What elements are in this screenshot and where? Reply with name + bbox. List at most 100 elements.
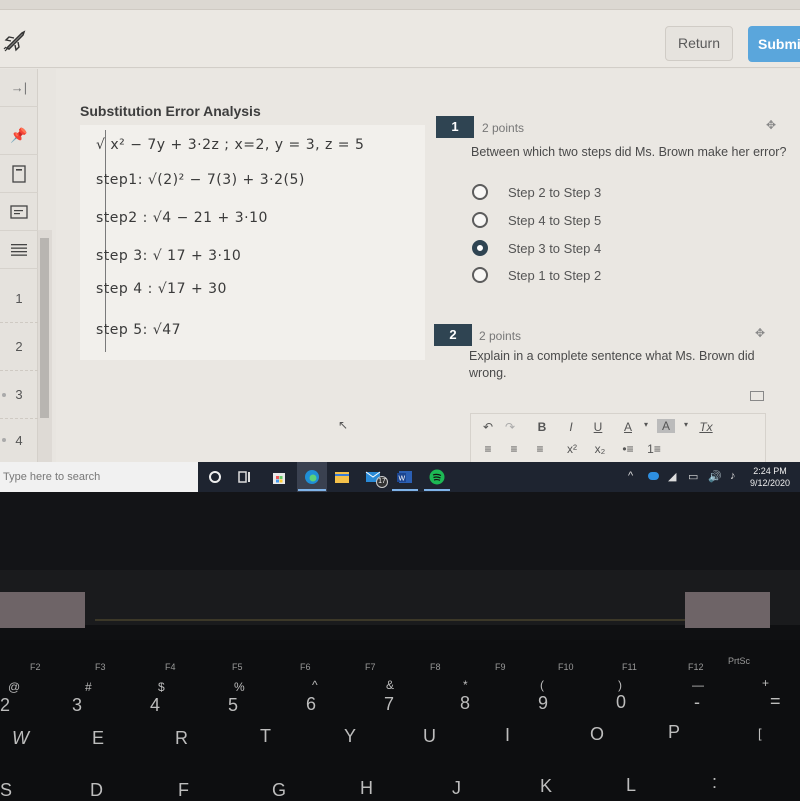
question-number-badge: 2 <box>434 324 472 346</box>
laptop-hinge <box>0 570 800 625</box>
pen-icon[interactable]: ♪ <box>730 470 736 482</box>
browser-window: Return Submit →| 📌 1 2 3 4 <box>0 0 800 462</box>
key-minus: - <box>694 692 700 712</box>
rich-text-editor[interactable]: ↶ ↷ B I U A ▾ A ▾ Tx ≡ ≡ ≡ x² x₂ •≡ 1≡ <box>470 413 766 462</box>
key-shift-0: ) <box>618 678 622 692</box>
pin-icon[interactable]: ✥ <box>755 326 769 340</box>
page-icon <box>12 164 26 183</box>
return-button[interactable]: Return <box>665 26 733 61</box>
handwriting-line: step1: √(2)² − 7(3) + 3·2(5) <box>96 172 305 188</box>
store-icon[interactable] <box>270 468 288 486</box>
taskbar-search-box[interactable]: Type here to search <box>0 462 198 492</box>
key-r: R <box>175 728 188 748</box>
sidebar: →| 📌 1 2 3 4 <box>0 69 38 462</box>
align-right-button[interactable]: ≡ <box>531 442 549 456</box>
redo-icon[interactable]: ↷ <box>501 420 519 434</box>
taskbar: Type here to search 17 W ^ ◢ ▭ 🔊 ♪ 2:24 … <box>0 462 800 492</box>
key-d: D <box>90 780 103 800</box>
radio-button[interactable] <box>472 184 488 200</box>
rocket-logo-icon[interactable] <box>2 28 28 54</box>
bullet-list-button[interactable]: •≡ <box>619 442 637 456</box>
key-2: 2 <box>0 695 11 715</box>
cortana-icon[interactable] <box>206 468 224 486</box>
task-view-icon[interactable] <box>236 468 254 486</box>
mail-unread-badge: 17 <box>376 476 388 488</box>
answer-choice[interactable]: Step 2 to Step 3 <box>472 182 601 202</box>
wifi-icon[interactable]: ◢ <box>668 470 676 483</box>
undo-icon[interactable]: ↶ <box>479 420 497 434</box>
key-3: 3 <box>72 695 83 715</box>
subscript-button[interactable]: x₂ <box>591 442 609 456</box>
italic-button[interactable]: I <box>562 420 580 434</box>
key-e: E <box>92 728 105 748</box>
clear-formatting-button[interactable]: Tx <box>697 420 715 434</box>
text-color-button[interactable]: A <box>619 420 637 434</box>
question-text: Explain in a complete sentence what Ms. … <box>469 349 755 380</box>
answer-choice[interactable]: Step 4 to Step 5 <box>472 210 601 230</box>
collapse-arrow-icon: →| <box>10 80 28 95</box>
question-number: 2 <box>15 339 23 354</box>
sidebar-card-button[interactable] <box>0 193 38 231</box>
sidebar-scrollbar[interactable] <box>38 230 52 462</box>
sidebar-question-1[interactable]: 1 <box>0 275 38 323</box>
running-indicator <box>298 489 326 491</box>
underline-button[interactable]: U <box>589 420 607 434</box>
sidebar-question-3[interactable]: 3 <box>0 371 38 419</box>
pin-icon: 📌 <box>10 127 28 143</box>
key-9: 9 <box>538 693 549 713</box>
sidebar-page-button[interactable] <box>0 155 38 193</box>
key-f4: F4 <box>165 662 176 672</box>
system-clock[interactable]: 2:24 PM 9/12/2020 <box>750 465 790 489</box>
key-k: K <box>540 776 553 796</box>
volume-icon[interactable]: 🔊 <box>708 470 722 483</box>
keyboard-icon[interactable] <box>750 391 764 401</box>
status-dot <box>2 438 6 442</box>
numbered-list-button[interactable]: 1≡ <box>645 442 663 456</box>
answer-choice[interactable]: Step 1 to Step 2 <box>472 265 601 285</box>
top-bar: Return Submit <box>0 10 800 68</box>
card-icon <box>10 204 28 219</box>
margin-line <box>105 130 106 352</box>
bold-button[interactable]: B <box>533 420 551 434</box>
key-f7: F7 <box>365 662 376 672</box>
key-shift-3: # <box>85 680 92 694</box>
clock-time: 2:24 PM <box>753 466 787 476</box>
submit-button[interactable]: Submit <box>748 26 800 62</box>
radio-button-selected[interactable] <box>472 240 488 256</box>
key-f12: F12 <box>688 662 704 672</box>
key-shift-7: & <box>386 678 395 692</box>
text-color-dropdown[interactable]: ▾ <box>637 420 655 429</box>
choice-label: Step 1 to Step 2 <box>508 267 602 283</box>
spotify-icon[interactable] <box>428 468 446 486</box>
hinge-strip <box>95 619 685 621</box>
question-number: 1 <box>15 291 23 306</box>
align-left-button[interactable]: ≡ <box>479 442 497 456</box>
show-hidden-icons-button[interactable]: ^ <box>628 470 633 482</box>
highlight-color-dropdown[interactable]: ▾ <box>677 420 695 429</box>
radio-button[interactable] <box>472 267 488 283</box>
edge-browser-icon[interactable] <box>303 468 321 486</box>
pin-icon[interactable]: ✥ <box>766 118 780 132</box>
sidebar-pin-button[interactable]: 📌 <box>0 117 38 155</box>
word-icon[interactable]: W <box>396 468 414 486</box>
clock-date: 9/12/2020 <box>750 478 791 488</box>
file-explorer-icon[interactable] <box>333 468 351 486</box>
sidebar-question-4[interactable]: 4 <box>0 419 38 461</box>
key-f8: F8 <box>430 662 441 672</box>
sidebar-collapse-button[interactable]: →| <box>0 69 38 107</box>
key-0: 0 <box>616 692 627 712</box>
sidebar-question-2[interactable]: 2 <box>0 323 38 371</box>
assignment-title: Substitution Error Analysis <box>80 103 261 119</box>
align-center-button[interactable]: ≡ <box>505 442 523 456</box>
superscript-button[interactable]: x² <box>563 442 581 456</box>
answer-choice-selected[interactable]: Step 3 to Step 4 <box>472 238 601 258</box>
address-bar[interactable] <box>0 0 800 10</box>
scrollbar-thumb[interactable] <box>40 238 49 418</box>
sidebar-list-button[interactable] <box>0 231 38 269</box>
battery-icon[interactable]: ▭ <box>688 470 698 483</box>
highlight-color-button[interactable]: A <box>657 419 675 433</box>
question-text: Between which two steps did Ms. Brown ma… <box>471 145 787 159</box>
onedrive-icon[interactable] <box>648 472 659 480</box>
laptop-keyboard: F2 F3 F4 F5 F6 F7 F8 F9 F10 F11 F12 PrtS… <box>0 640 800 800</box>
radio-button[interactable] <box>472 212 488 228</box>
